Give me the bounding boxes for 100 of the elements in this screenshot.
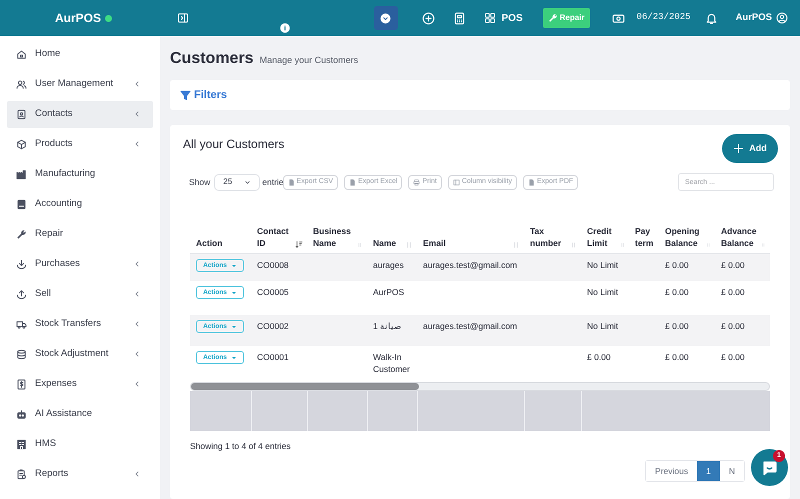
scrollbar-thumb[interactable] xyxy=(191,383,419,390)
sidebar-toggle-icon[interactable] xyxy=(177,12,189,24)
grid-icon xyxy=(484,12,496,24)
wrench-icon xyxy=(548,13,558,23)
table-cell: £ 0.00 xyxy=(665,321,689,331)
column-header[interactable]: Advance Balance xyxy=(721,225,761,249)
table-cell: £ 0.00 xyxy=(665,352,689,362)
box-icon xyxy=(16,138,27,150)
sidebar-item[interactable]: Sell xyxy=(7,280,153,308)
upload-icon xyxy=(16,288,27,300)
sidebar-item[interactable]: Stock Adjustment xyxy=(7,340,153,368)
table-cell: No Limit xyxy=(587,287,618,297)
book-icon xyxy=(16,198,27,210)
table-cell: AurPOS xyxy=(373,287,404,297)
bell-icon[interactable] xyxy=(704,12,718,24)
table-cell: No Limit xyxy=(587,321,618,331)
sidebar-item[interactable]: Accounting xyxy=(7,190,153,218)
caret-down-icon xyxy=(230,324,237,330)
calculator-icon[interactable] xyxy=(452,12,466,24)
building-icon xyxy=(16,438,27,450)
horizontal-scrollbar[interactable] xyxy=(190,382,770,391)
dollar-icon xyxy=(16,378,27,390)
entries-select[interactable]: 25 xyxy=(214,174,260,190)
table-cell: Walk-In Customer xyxy=(373,352,410,374)
sidebar-item[interactable]: Contacts xyxy=(7,100,153,128)
table-cell: £ 0.00 xyxy=(721,287,745,297)
plus-icon xyxy=(733,143,744,154)
truck-icon xyxy=(16,318,27,330)
users-icon xyxy=(16,78,27,90)
print-icon xyxy=(413,178,420,186)
column-header[interactable]: Opening Balance xyxy=(665,225,706,249)
table-cell: £ 0.00 xyxy=(721,321,745,331)
filters-button[interactable]: Filters xyxy=(180,86,228,104)
table-cell: CO0005 xyxy=(257,287,289,297)
contact-icon xyxy=(16,108,27,120)
table-cell: £ 0.00 xyxy=(665,287,689,297)
column-header[interactable]: Action xyxy=(196,237,222,249)
entries-label: entrie xyxy=(262,176,284,188)
sidebar-item[interactable]: Expenses xyxy=(7,370,153,398)
pos-button[interactable]: POS xyxy=(484,10,523,26)
table-info: Showing 1 to 4 of 4 entries xyxy=(190,440,292,453)
robot-icon xyxy=(16,408,27,420)
factory-icon xyxy=(16,168,27,180)
report-icon xyxy=(16,468,27,480)
caret-down-icon xyxy=(230,354,237,360)
dropdown-button[interactable] xyxy=(374,6,398,30)
file-icon xyxy=(288,178,295,186)
sidebar-item[interactable]: Home xyxy=(7,40,153,68)
cash-icon[interactable] xyxy=(612,12,625,24)
sort-icon[interactable] xyxy=(357,241,363,249)
column-header[interactable]: Email xyxy=(423,237,446,249)
table-cell: £ 0.00 xyxy=(721,260,745,270)
chat-bubble-icon xyxy=(761,459,778,476)
sidebar-item[interactable]: Products xyxy=(7,130,153,158)
table-cell: aurages.test@gmail.com xyxy=(423,321,518,331)
column-header[interactable]: Business Name xyxy=(313,225,358,249)
filter-icon xyxy=(180,90,191,100)
sort-icon[interactable] xyxy=(570,241,577,249)
user-menu[interactable]: AurPOS xyxy=(736,10,788,26)
sidebar-item[interactable]: Reports xyxy=(7,460,153,488)
database-icon xyxy=(16,348,27,360)
caret-down-icon xyxy=(230,290,237,296)
sidebar-item[interactable]: AI Assistance xyxy=(7,400,153,428)
page-subtitle: Manage your Customers xyxy=(260,54,358,67)
pagination-button[interactable]: 1 xyxy=(697,461,720,481)
sort-descending-icon[interactable] xyxy=(294,240,303,249)
add-button[interactable]: Add xyxy=(722,134,778,163)
wrench-icon xyxy=(16,228,27,240)
column-header[interactable]: Contact ID xyxy=(257,225,295,249)
brand-logo: AurPOS xyxy=(55,10,102,27)
columns-icon xyxy=(452,178,460,186)
sidebar-item[interactable]: HMS xyxy=(7,430,153,458)
column-header[interactable]: Credit Limit xyxy=(587,225,620,249)
sidebar-item[interactable]: Manufacturing xyxy=(7,160,153,188)
sidebar-item[interactable]: Repair xyxy=(7,220,153,248)
sort-icon[interactable] xyxy=(512,241,520,249)
table-cell: £ 0.00 xyxy=(721,352,745,362)
caret-down-icon xyxy=(230,262,237,268)
download-icon xyxy=(16,258,27,270)
sidebar-item[interactable]: Stock Transfers xyxy=(7,310,153,338)
chevron-down-icon xyxy=(244,178,252,186)
column-header[interactable]: Pay term xyxy=(635,225,655,249)
file-icon xyxy=(349,178,356,186)
table-cell: £ 0.00 xyxy=(587,352,611,362)
sidebar-item[interactable]: Purchases xyxy=(7,250,153,278)
sort-icon[interactable] xyxy=(405,241,413,249)
table-cell: CO0002 xyxy=(257,321,289,331)
column-header[interactable]: Name xyxy=(373,237,396,249)
table-cell: صيانة 1 xyxy=(373,321,402,331)
table-cell: aurages.test@gmail.com xyxy=(423,260,518,270)
file-icon xyxy=(528,178,535,186)
date-display: 06/23/2025 xyxy=(636,11,691,24)
page-title: Customers xyxy=(170,49,254,69)
column-header[interactable]: Tax number xyxy=(530,225,570,249)
sidebar-item[interactable]: User Management xyxy=(7,70,153,98)
add-icon[interactable] xyxy=(422,12,435,24)
home-icon xyxy=(16,48,27,60)
info-icon xyxy=(280,23,290,33)
chevron-down-icon xyxy=(380,12,392,24)
table-cell: CO0001 xyxy=(257,352,289,362)
